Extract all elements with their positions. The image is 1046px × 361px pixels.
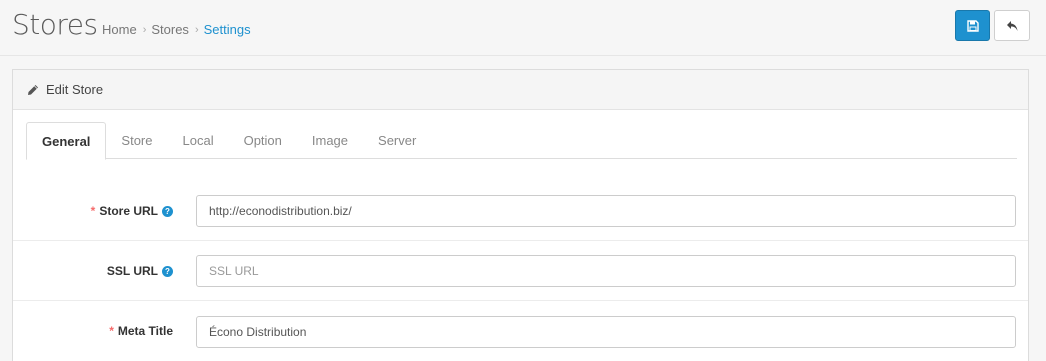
breadcrumb-settings[interactable]: Settings [204, 22, 251, 37]
meta-title-row: * Meta Title [13, 301, 1028, 361]
breadcrumb: Home › Stores › Settings [102, 22, 251, 37]
meta-title-input[interactable] [196, 316, 1016, 348]
tab-server[interactable]: Server [363, 122, 431, 159]
required-marker: * [90, 204, 96, 218]
breadcrumb-stores[interactable]: Stores [151, 22, 189, 37]
page-title: Stores [12, 8, 98, 41]
store-url-row: * Store URL ? [13, 181, 1028, 241]
ssl-url-label-text: SSL URL [106, 264, 158, 278]
required-marker: * [109, 324, 114, 338]
page-header: Stores Home › Stores › Settings [0, 0, 1046, 56]
tab-local[interactable]: Local [168, 122, 229, 159]
store-url-label: * Store URL ? [91, 181, 173, 241]
tab-option[interactable]: Option [229, 122, 297, 159]
pencil-icon [28, 84, 38, 95]
tab-bar: General Store Local Option Image Server [26, 122, 1017, 160]
ssl-url-input[interactable] [196, 255, 1016, 287]
edit-store-panel: Edit Store General Store Local Option Im… [12, 69, 1029, 361]
tab-general[interactable]: General [26, 122, 107, 160]
panel-heading: Edit Store [13, 70, 1028, 110]
tab-image[interactable]: Image [297, 122, 363, 159]
tab-store[interactable]: Store [106, 122, 167, 159]
meta-title-label-text: Meta Title [117, 324, 173, 338]
panel-title: Edit Store [46, 82, 104, 97]
store-url-input[interactable] [196, 195, 1016, 227]
back-button[interactable] [994, 10, 1030, 41]
store-url-label-text: Store URL [99, 204, 158, 218]
save-icon [966, 19, 979, 32]
breadcrumb-separator: › [194, 23, 199, 36]
breadcrumb-separator: › [142, 23, 147, 36]
help-icon[interactable]: ? [162, 205, 173, 217]
ssl-url-label: SSL URL ? [107, 241, 173, 301]
ssl-url-row: SSL URL ? [13, 241, 1028, 301]
reply-icon [1006, 20, 1017, 31]
help-icon[interactable]: ? [162, 265, 173, 277]
save-button[interactable] [955, 10, 990, 41]
breadcrumb-home[interactable]: Home [102, 22, 137, 37]
meta-title-label: * Meta Title [109, 301, 173, 361]
